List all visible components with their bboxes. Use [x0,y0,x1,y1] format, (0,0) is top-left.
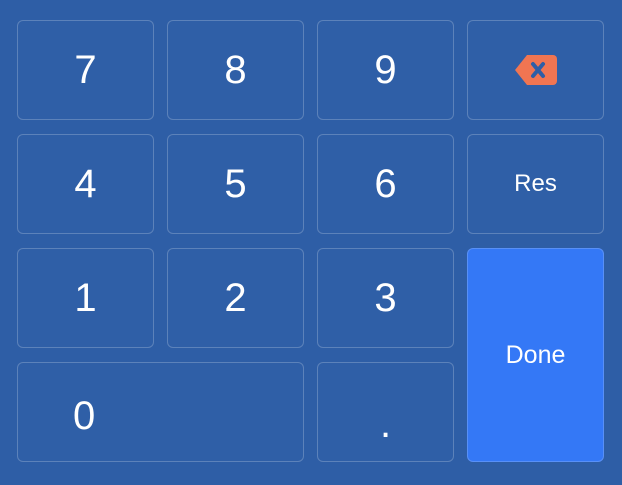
key-4[interactable]: 4 [17,134,154,234]
key-5[interactable]: 5 [167,134,304,234]
reset-button[interactable]: Res [467,134,604,234]
key-7[interactable]: 7 [17,20,154,120]
key-3[interactable]: 3 [317,248,454,348]
backspace-icon [514,55,557,85]
done-button[interactable]: Done [467,248,604,462]
key-1[interactable]: 1 [17,248,154,348]
backspace-button[interactable] [467,20,604,120]
key-decimal[interactable]: . [317,362,454,462]
key-6[interactable]: 6 [317,134,454,234]
numeric-keypad: 7 8 9 4 5 6 Res 1 2 3 Done 0 . [0,0,622,485]
key-0[interactable]: 0 [17,362,304,462]
key-2[interactable]: 2 [167,248,304,348]
key-9[interactable]: 9 [317,20,454,120]
key-8[interactable]: 8 [167,20,304,120]
